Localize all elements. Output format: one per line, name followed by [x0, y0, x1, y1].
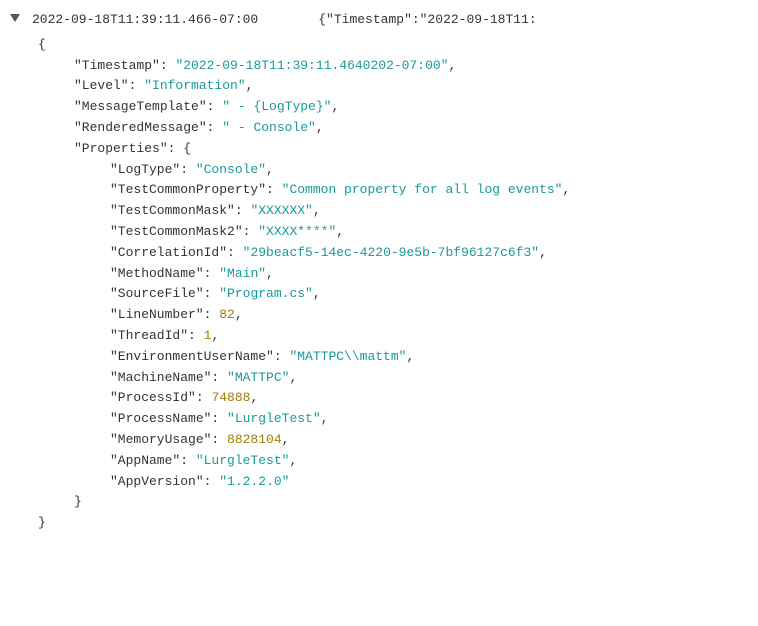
json-string-value: "Console" [196, 162, 266, 177]
json-colon: : [204, 286, 220, 301]
json-comma: , [282, 432, 290, 447]
json-string-value: " - {LogType}" [222, 99, 331, 114]
json-comma: , [331, 99, 339, 114]
json-key: "LogType" [110, 162, 180, 177]
json-comma: , [406, 349, 414, 364]
json-string-value: "2022-09-18T11:39:11.4640202-07:00" [175, 58, 448, 73]
json-colon: : [243, 224, 259, 239]
json-string-value: " - Console" [222, 120, 316, 135]
log-header-line: 2022-09-18T11:39:11.466-07:00 {"Timestam… [32, 10, 537, 31]
json-key: "Level" [74, 78, 129, 93]
json-number-value: 8828104 [227, 432, 282, 447]
json-comma: , [250, 390, 258, 405]
json-key: "SourceFile" [110, 286, 204, 301]
json-key: "MessageTemplate" [74, 99, 207, 114]
json-key: "MachineName" [110, 370, 211, 385]
json-comma: , [313, 286, 321, 301]
json-colon: : [180, 162, 196, 177]
json-comma: , [321, 411, 329, 426]
json-key: "MethodName" [110, 266, 204, 281]
json-string-value: "Information" [144, 78, 245, 93]
json-colon: : [207, 99, 223, 114]
json-comma: , [448, 58, 456, 73]
json-colon: : [235, 203, 251, 218]
json-comma: , [235, 307, 243, 322]
json-number-value: 74888 [211, 390, 250, 405]
json-string-value: "Main" [219, 266, 266, 281]
json-string-value: "XXXXXX" [250, 203, 312, 218]
json-key: "RenderedMessage" [74, 120, 207, 135]
json-key: "AppVersion" [110, 474, 204, 489]
json-comma: , [246, 78, 254, 93]
json-open-brace: { [183, 141, 191, 156]
json-key: "ProcessId" [110, 390, 196, 405]
log-timestamp: 2022-09-18T11:39:11.466-07:00 [32, 10, 258, 31]
json-comma: , [211, 328, 219, 343]
json-string-value: "LurgleTest" [196, 453, 290, 468]
json-string-value: "Program.cs" [219, 286, 313, 301]
json-colon: : [266, 182, 282, 197]
json-comma: , [313, 203, 321, 218]
log-json-preview: {"Timestamp":"2022-09-18T11: [318, 10, 536, 31]
json-key: "TestCommonProperty" [110, 182, 266, 197]
json-string-value: "Common property for all log events" [282, 182, 563, 197]
json-key: "MemoryUsage" [110, 432, 211, 447]
json-string-value: "XXXX****" [258, 224, 336, 239]
json-colon: : [168, 141, 184, 156]
json-colon: : [180, 453, 196, 468]
json-key: "ThreadId" [110, 328, 188, 343]
json-colon: : [160, 58, 176, 73]
json-key: "LineNumber" [110, 307, 204, 322]
json-colon: : [211, 411, 227, 426]
json-comma: , [289, 453, 297, 468]
json-colon: : [204, 266, 220, 281]
expand-collapse-icon[interactable] [10, 14, 20, 24]
json-comma: , [266, 266, 274, 281]
json-colon: : [211, 370, 227, 385]
json-string-value: "MATTPC\\mattm" [289, 349, 406, 364]
json-close-brace: } [38, 515, 46, 530]
json-comma: , [539, 245, 547, 260]
json-open-brace: { [38, 37, 46, 52]
json-comma: , [336, 224, 344, 239]
json-string-value: "MATTPC" [227, 370, 289, 385]
json-comma: , [316, 120, 324, 135]
json-key: "TestCommonMask" [110, 203, 235, 218]
json-string-value: "1.2.2.0" [219, 474, 289, 489]
log-json-body: { "Timestamp": "2022-09-18T11:39:11.4640… [38, 35, 748, 534]
json-key: "TestCommonMask2" [110, 224, 243, 239]
json-comma: , [266, 162, 274, 177]
json-comma: , [289, 370, 297, 385]
json-colon: : [188, 328, 204, 343]
json-colon: : [211, 432, 227, 447]
json-key: "AppName" [110, 453, 180, 468]
json-string-value: "29beacf5-14ec-4220-9e5b-7bf96127c6f3" [243, 245, 539, 260]
json-key: "ProcessName" [110, 411, 211, 426]
json-key: "Properties" [74, 141, 168, 156]
json-key: "CorrelationId" [110, 245, 227, 260]
json-colon: : [204, 474, 220, 489]
json-colon: : [204, 307, 220, 322]
json-number-value: 82 [219, 307, 235, 322]
json-key: "Timestamp" [74, 58, 160, 73]
json-string-value: "LurgleTest" [227, 411, 321, 426]
json-colon: : [227, 245, 243, 260]
json-close-brace: } [74, 494, 82, 509]
log-entry-row: 2022-09-18T11:39:11.466-07:00 {"Timestam… [10, 10, 748, 31]
json-key: "EnvironmentUserName" [110, 349, 274, 364]
json-colon: : [207, 120, 223, 135]
json-comma: , [563, 182, 571, 197]
json-colon: : [196, 390, 212, 405]
json-colon: : [129, 78, 145, 93]
json-colon: : [274, 349, 290, 364]
